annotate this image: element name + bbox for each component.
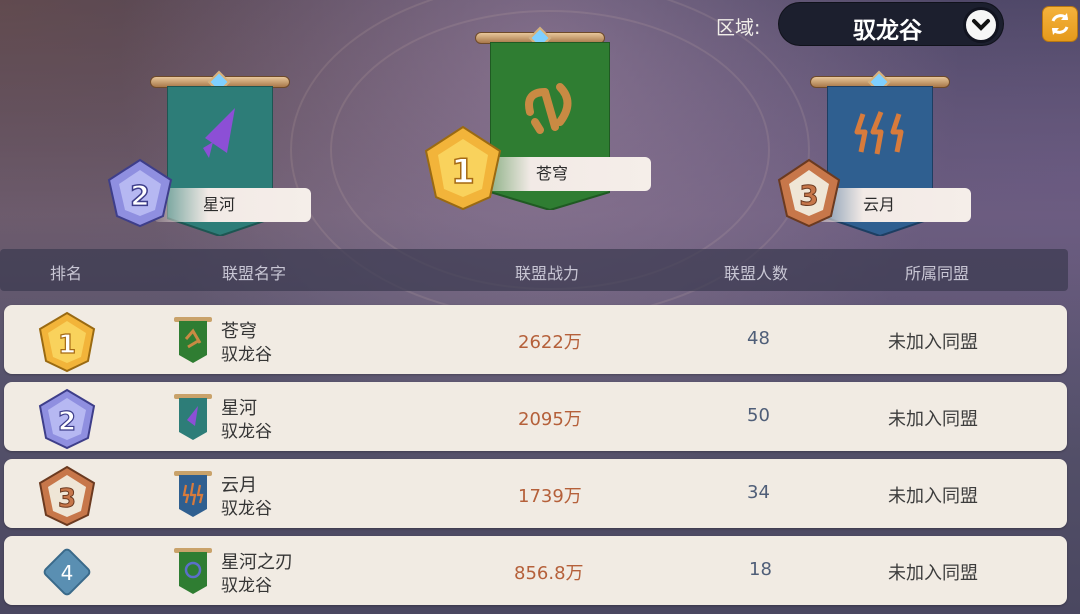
gold-rank-badge-icon: 1 [38,311,96,373]
region-value: 驭龙谷 [853,18,922,44]
alliance-flag-icon [174,317,212,363]
alliance-members: 18 [749,559,772,580]
rank-number: 2 [58,407,76,437]
alliance-power: 1739万 [518,486,582,507]
podium-name-plate: 星河 [153,188,311,222]
podium-rank-1[interactable]: 苍穹 1 [420,22,660,212]
region-select[interactable]: 驭龙谷 [778,2,1004,46]
league-status: 未加入同盟 [888,409,978,430]
bronze-rank-badge-icon: 3 [38,465,96,527]
table-row[interactable]: 4 星河之刃 驭龙谷 856.8万 18 未加入同盟 [4,536,1067,605]
refresh-button[interactable] [1042,6,1078,42]
emblem-icon [525,83,572,134]
gold-medal-icon: 1 [424,125,502,211]
alliance-region: 驭龙谷 [221,499,272,519]
podium-name: 星河 [203,195,236,214]
table-row[interactable]: 1 苍穹 驭龙谷 2622万 48 未加入同盟 [4,305,1067,374]
emblem-icon [854,111,904,155]
alliance-flag-icon [174,394,212,440]
alliance-region: 驭龙谷 [221,345,272,365]
header-power: 联盟战力 [515,264,580,283]
table-row[interactable]: 2 星河 驭龙谷 2095万 50 未加入同盟 [4,382,1067,451]
table-row[interactable]: 3 云月 驭龙谷 1739万 34 未加入同盟 [4,459,1067,528]
medal-number: 2 [130,179,149,212]
silver-medal-icon: 2 [107,158,173,228]
medal-number: 3 [799,179,818,212]
alliance-flag-icon [174,471,212,517]
alliance-power: 856.8万 [514,563,584,584]
bronze-medal-icon: 3 [777,158,841,228]
alliance-region: 驭龙谷 [221,422,272,442]
rank-number: 4 [61,561,74,585]
podium-name: 苍穹 [536,164,569,183]
podium-rank-2[interactable]: 星河 2 [105,68,325,238]
league-status: 未加入同盟 [888,332,978,353]
alliance-power: 2622万 [518,332,582,353]
alliance-members: 50 [747,405,770,426]
refresh-icon [1051,13,1069,35]
header-rank: 排名 [50,264,83,283]
league-status: 未加入同盟 [888,486,978,507]
alliance-region: 驭龙谷 [221,576,272,596]
medal-number: 1 [451,152,475,192]
league-status: 未加入同盟 [888,563,978,584]
header-members: 联盟人数 [724,264,789,283]
chevron-down-icon[interactable] [963,7,999,43]
podium-rank-3[interactable]: 云月 3 [775,68,980,238]
rank-badge-icon: 4 [43,548,91,596]
rank-number: 3 [58,484,76,514]
podium-name: 云月 [863,195,896,214]
silver-rank-badge-icon: 2 [38,388,96,450]
alliance-flag-icon [174,548,212,594]
alliance-power: 2095万 [518,409,582,430]
table-header: 排名 联盟名字 联盟战力 联盟人数 所属同盟 [0,249,1068,291]
alliance-members: 34 [747,482,770,503]
rank-number: 1 [58,330,76,360]
header-name: 联盟名字 [222,264,287,283]
region-label: 区域: [716,17,761,39]
emblem-icon [203,108,235,158]
alliance-members: 48 [747,328,770,349]
header-league: 所属同盟 [905,264,970,283]
